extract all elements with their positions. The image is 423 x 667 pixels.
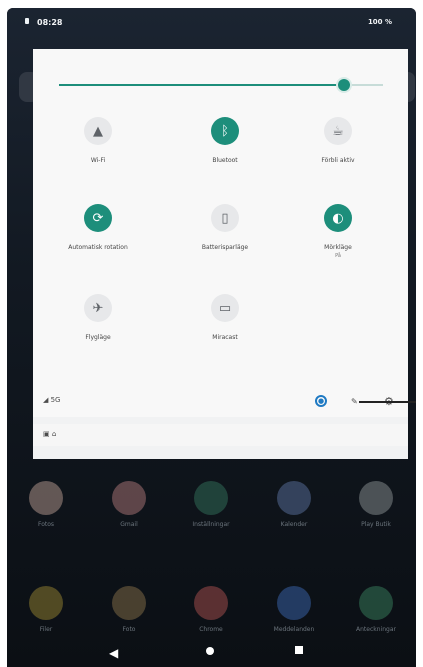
app-notes[interactable]: Anteckningar [352,586,400,648]
notes-icon[interactable] [359,586,393,620]
play-store-icon[interactable] [359,481,393,515]
settings-icon[interactable] [194,481,228,515]
app-gallery[interactable]: Foto [105,586,153,648]
brightness-slider-thumb[interactable] [338,79,350,91]
auto-rotate-icon[interactable]: ⟳ [84,204,112,232]
app-settings[interactable]: Inställningar [187,481,235,543]
status-time: 08:28 [37,18,63,27]
tile-airplane[interactable]: ✈ Flygläge [50,294,146,364]
tile-label: Batterisparläge [201,244,249,251]
calendar-icon[interactable] [277,481,311,515]
network-status: ◢ 5G [43,396,61,404]
brightness-slider-fill [59,84,345,86]
tile-label: Flygläge [85,334,111,341]
tile-label: Bluetoot [212,157,238,164]
tile-bluetooth[interactable]: ᛒ Bluetoot [177,117,273,187]
wifi-icon[interactable]: ▲ [84,117,112,145]
tile-dark-mode[interactable]: ◐ Mörkläge På [290,204,386,274]
edit-icon[interactable]: ✎ [351,397,358,406]
cast-icon[interactable]: ▭ [211,294,239,322]
tile-sub-label: På [335,253,341,259]
app-chrome[interactable]: Chrome [187,586,235,648]
tile-label: Miracast [212,334,238,341]
battery-status: 100 % [367,18,392,26]
stay-awake-icon[interactable]: ☕ [324,117,352,145]
battery-saver-icon[interactable]: ▯ [211,204,239,232]
gmail-icon[interactable] [112,481,146,515]
app-files[interactable]: Filer [22,586,70,648]
app-play-store[interactable]: Play Butik [352,481,400,543]
recents-icon[interactable] [295,646,303,654]
notification-icons: ▣ ⌂ [43,430,57,438]
notification-strip: ▣ ⌂ [33,424,408,446]
chrome-icon[interactable] [194,586,228,620]
app-calendar[interactable]: Kalender [270,481,318,543]
status-bar: 08:28 100 % [7,8,416,36]
tile-label: Automatisk rotation [68,244,128,251]
home-app-grid: Fotos Gmail Inställningar Kalender Play … [7,468,416,658]
app-messages[interactable]: Meddelanden [270,586,318,648]
device-screen: 08:28 100 % ▲ Wi-Fi ᛒ Bluetoot ☕ Förbli … [7,8,416,667]
dark-mode-icon[interactable]: ◐ [324,204,352,232]
app-gmail[interactable]: Gmail [105,481,153,543]
tile-cast[interactable]: ▭ Miracast [177,294,273,364]
messages-icon[interactable] [277,586,311,620]
tile-stay-awake[interactable]: ☕ Förbli aktiv [290,117,386,187]
gallery-icon[interactable] [112,586,146,620]
tile-label: Förbli aktiv [321,157,355,164]
back-icon[interactable]: ◀ [109,646,118,660]
navigation-bar: ◀ [7,643,416,667]
home-icon[interactable] [206,647,214,655]
annotation-line [359,401,416,403]
tile-label: Mörkläge [324,244,352,251]
app-photos[interactable]: Fotos [22,481,70,543]
bluetooth-icon[interactable]: ᛒ [211,117,239,145]
photos-icon[interactable] [29,481,63,515]
tile-battery-saver[interactable]: ▯ Batterisparläge [177,204,273,274]
tile-wifi[interactable]: ▲ Wi-Fi [50,117,146,187]
airplane-icon[interactable]: ✈ [84,294,112,322]
user-icon[interactable]: ● [315,395,327,407]
tile-label: Wi-Fi [90,157,106,164]
files-icon[interactable] [29,586,63,620]
tile-auto-rotate[interactable]: ⟳ Automatisk rotation [50,204,146,274]
